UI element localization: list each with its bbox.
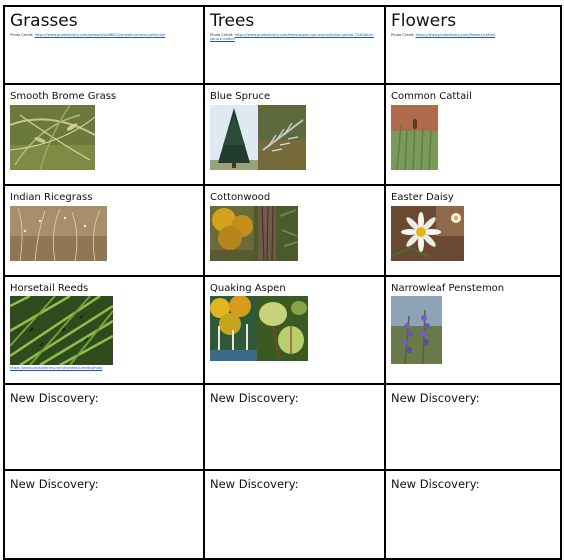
discovery-cell[interactable]: New Discovery: <box>3 383 205 471</box>
discovery-cell[interactable]: New Discovery: <box>203 383 386 471</box>
discovery-row: New Discovery: New Discovery: New Discov… <box>3 469 562 560</box>
horsetail-photo-credit-link[interactable]: https://www.photolibrary.com/horsetail-r… <box>10 366 102 370</box>
plant-name: Easter Daisy <box>391 192 454 203</box>
discovery-cell[interactable]: New Discovery: <box>384 383 562 471</box>
new-discovery-label: New Discovery: <box>10 391 99 405</box>
plant-cell-blue-spruce: Blue Spruce <box>203 83 386 186</box>
plant-name: Smooth Brome Grass <box>10 91 117 102</box>
plant-cell-easter-daisy: Easter Daisy <box>384 184 562 277</box>
header-cell-grasses: Grasses Photo Credit: https://www.photol… <box>3 5 205 85</box>
blue-spruce-needles-photo <box>258 105 306 170</box>
quaking-aspen-grove-photo <box>210 296 257 361</box>
plant-name: Indian Ricegrass <box>10 192 93 203</box>
narrowleaf-penstemon-photo <box>391 296 442 364</box>
plant-row: Smooth Brome Grass Blue Spruce Common Ca… <box>3 83 562 186</box>
plant-cell-indian-ricegrass: Indian Ricegrass <box>3 184 205 277</box>
header-row: Grasses Photo Credit: https://www.photol… <box>3 5 562 85</box>
easter-daisy-photo <box>391 206 464 261</box>
plant-discovery-table: Grasses Photo Credit: https://www.photol… <box>3 5 562 560</box>
discovery-cell[interactable]: New Discovery: <box>3 469 205 560</box>
discovery-cell[interactable]: New Discovery: <box>203 469 386 560</box>
new-discovery-label: New Discovery: <box>210 391 299 405</box>
indian-ricegrass-photo <box>10 206 107 261</box>
cottonwood-bark-photo <box>254 206 298 261</box>
smooth-brome-grass-photo <box>10 105 95 170</box>
photo-credit-link[interactable]: https://www.photolibrary.com/trees/aspen… <box>210 33 374 41</box>
common-cattail-photo <box>391 105 438 170</box>
column-title-trees: Trees <box>210 11 255 31</box>
new-discovery-label: New Discovery: <box>391 477 480 491</box>
plant-cell-common-cattail: Common Cattail <box>384 83 562 186</box>
plant-name: Narrowleaf Penstemon <box>391 283 505 294</box>
plant-name: Cottonwood <box>210 192 271 203</box>
plant-cell-narrowleaf-penstemon: Narrowleaf Penstemon <box>384 275 562 385</box>
plant-row: Indian Ricegrass Cottonwood Easter Daisy <box>3 184 562 277</box>
plant-cell-horsetail-reeds: Horsetail Reeds https://www.photolibrary… <box>3 275 205 385</box>
plant-cell-cottonwood: Cottonwood <box>203 184 386 277</box>
header-cell-trees: Trees Photo Credit: https://www.photolib… <box>203 5 386 85</box>
column-title-grasses: Grasses <box>10 11 78 31</box>
photo-credit-flowers: Photo Credit: https://www.photolibrary.c… <box>391 33 495 37</box>
discovery-cell[interactable]: New Discovery: <box>384 469 562 560</box>
new-discovery-label: New Discovery: <box>210 477 299 491</box>
column-title-flowers: Flowers <box>391 11 457 31</box>
plant-cell-quaking-aspen: Quaking Aspen <box>203 275 386 385</box>
photo-credit-trees: Photo Credit: https://www.photolibrary.c… <box>210 33 374 42</box>
plant-name: Blue Spruce <box>210 91 271 102</box>
header-cell-flowers: Flowers Photo Credit: https://www.photol… <box>384 5 562 85</box>
cottonwood-tree-photo <box>210 206 254 261</box>
page-footer-cut-off-text <box>3 551 561 559</box>
plant-name: Common Cattail <box>391 91 472 102</box>
new-discovery-label: New Discovery: <box>391 391 480 405</box>
new-discovery-label: New Discovery: <box>10 477 99 491</box>
plant-name: Horsetail Reeds <box>10 283 89 294</box>
quaking-aspen-leaves-photo <box>257 296 308 361</box>
photo-credit-link[interactable]: https://www.photolibrary.com/grasses/lsd… <box>35 33 166 37</box>
photo-credit-grasses: Photo Credit: https://www.photolibrary.c… <box>10 33 166 37</box>
plant-cell-smooth-brome-grass: Smooth Brome Grass <box>3 83 205 186</box>
photo-credit-link[interactable]: https://www.photolibrary.com/flowers/cat… <box>416 33 495 37</box>
blue-spruce-tree-photo <box>210 105 258 170</box>
horsetail-reeds-photo <box>10 296 113 365</box>
discovery-row: New Discovery: New Discovery: New Discov… <box>3 383 562 471</box>
plant-row: Horsetail Reeds https://www.photolibrary… <box>3 275 562 385</box>
plant-name: Quaking Aspen <box>210 283 286 294</box>
